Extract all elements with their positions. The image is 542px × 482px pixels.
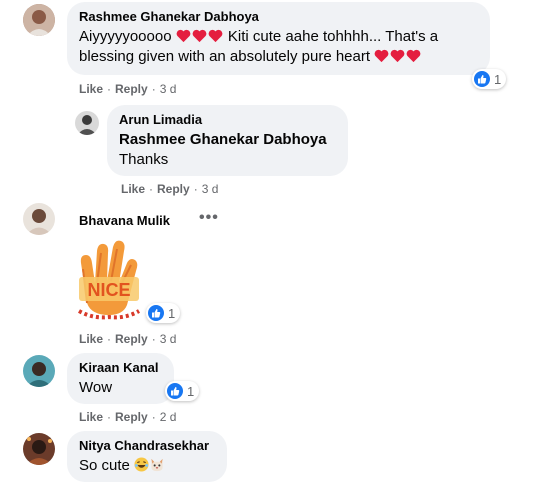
mention-link[interactable]: Rashmee Ghanekar Dabhoya bbox=[119, 130, 336, 150]
comment-author[interactable]: Kiraan Kanal bbox=[79, 360, 162, 376]
comment-author[interactable]: Rashmee Ghanekar Dabhoya bbox=[79, 9, 478, 25]
like-reaction-icon bbox=[148, 305, 164, 321]
comment-actions: Like · Reply · 3 d bbox=[121, 182, 219, 196]
avatar[interactable] bbox=[23, 4, 55, 36]
comment-bubble: Arun Limadia Rashmee Ghanekar Dabhoya Th… bbox=[107, 105, 348, 176]
laughing-emoji-icon bbox=[134, 457, 149, 474]
comment-actions: Like · Reply · 2 d bbox=[79, 410, 177, 424]
reaction-count[interactable]: 1 bbox=[472, 69, 507, 89]
comment-text: Aiyyyyyooooo Kiti cute aahe tohhhh... Th… bbox=[79, 27, 439, 67]
comment-bubble: Nitya Chandrasekhar So cute bbox=[67, 431, 227, 482]
comment-actions: Like · Reply · 3 d bbox=[79, 332, 177, 346]
more-options-icon[interactable]: ••• bbox=[199, 209, 219, 227]
comment-bubble: Rashmee Ghanekar Dabhoya Aiyyyyyooooo Ki… bbox=[67, 2, 490, 75]
comment-author[interactable]: Arun Limadia bbox=[119, 112, 336, 128]
timestamp[interactable]: 3 d bbox=[160, 332, 177, 346]
reaction-count[interactable]: 1 bbox=[165, 381, 200, 401]
like-reaction-icon bbox=[167, 383, 183, 399]
like-link[interactable]: Like bbox=[121, 182, 145, 196]
sticker-text: NICE bbox=[87, 280, 130, 300]
comment-text: So cute bbox=[79, 456, 215, 476]
comment-text: Thanks bbox=[119, 151, 169, 168]
reply-link[interactable]: Reply bbox=[115, 82, 148, 96]
comment-actions: Like · Reply · 3 d bbox=[79, 82, 177, 96]
comment-bubble: Kiraan Kanal Wow bbox=[67, 353, 174, 404]
timestamp[interactable]: 2 d bbox=[160, 410, 177, 424]
avatar[interactable] bbox=[23, 433, 55, 465]
reply-link[interactable]: Reply bbox=[157, 182, 190, 196]
timestamp[interactable]: 3 d bbox=[202, 182, 219, 196]
avatar[interactable] bbox=[23, 203, 55, 235]
comment-author[interactable]: Nitya Chandrasekhar bbox=[79, 438, 215, 454]
like-link[interactable]: Like bbox=[79, 332, 103, 346]
like-reaction-icon bbox=[474, 71, 490, 87]
avatar[interactable] bbox=[75, 111, 99, 135]
heart-emoji-icon bbox=[176, 27, 224, 47]
reply-link[interactable]: Reply bbox=[115, 332, 148, 346]
heart-emoji-icon bbox=[374, 47, 422, 67]
like-link[interactable]: Like bbox=[79, 82, 103, 96]
comment-author[interactable]: Bhavana Mulik bbox=[79, 213, 170, 229]
reply-link[interactable]: Reply bbox=[115, 410, 148, 424]
reaction-count[interactable]: 1 bbox=[146, 303, 181, 323]
sticker-image: NICE bbox=[73, 233, 145, 323]
cat-emoji-icon bbox=[149, 457, 165, 474]
comment-text: Wow bbox=[79, 379, 113, 396]
timestamp[interactable]: 3 d bbox=[160, 82, 177, 96]
avatar[interactable] bbox=[23, 355, 55, 387]
like-link[interactable]: Like bbox=[79, 410, 103, 424]
